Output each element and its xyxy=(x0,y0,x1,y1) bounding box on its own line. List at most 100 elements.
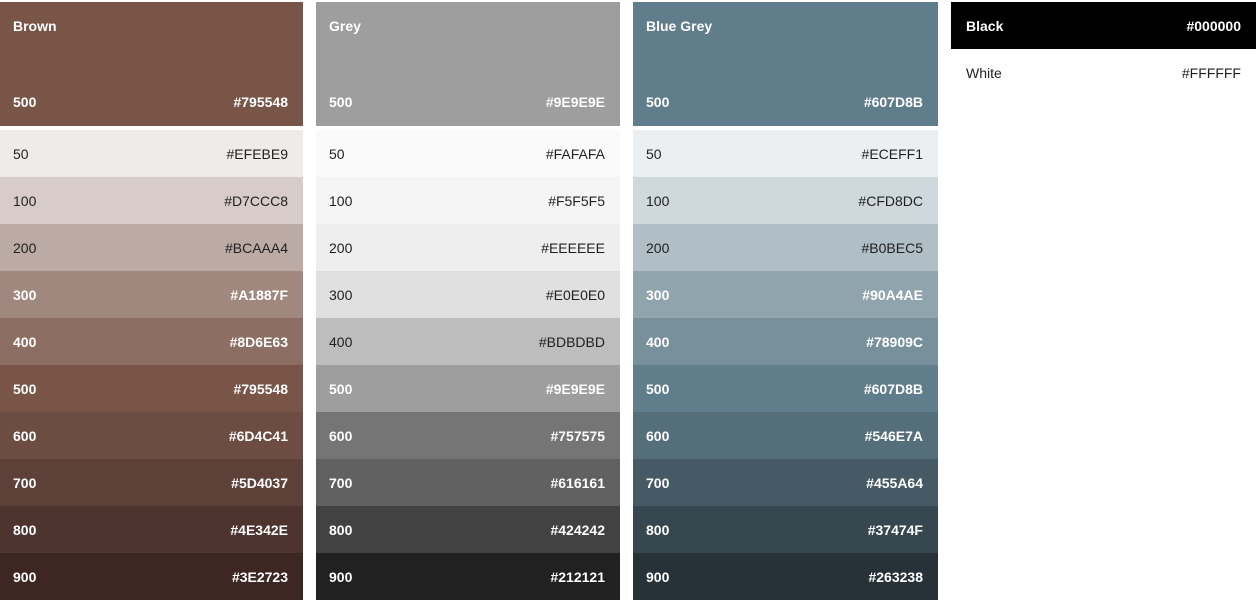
shade-label: 100 xyxy=(13,192,37,209)
shade-hex: #BCAAA4 xyxy=(224,239,288,256)
shade-label: 300 xyxy=(646,286,670,303)
shade-row-100: 100 #CFD8DC xyxy=(633,177,938,224)
primary-hex: #9E9E9E xyxy=(545,94,605,110)
shade-label: 50 xyxy=(329,145,345,162)
shade-row-800: 800 #4E342E xyxy=(0,506,303,553)
shade-label: 500 xyxy=(13,380,37,397)
primary-shade: 500 xyxy=(646,94,670,110)
palette-header: Blue Grey 500 #607D8B xyxy=(633,2,938,126)
shade-list: 50 #ECEFF1 100 #CFD8DC 200 #B0BEC5 300 #90A4AE 4… xyxy=(633,130,938,600)
shade-row-300: 300 #90A4AE xyxy=(633,271,938,318)
shade-row-300: 300 #E0E0E0 xyxy=(316,271,620,318)
shade-row-600: 600 #757575 xyxy=(316,412,620,459)
primary-shade: 500 xyxy=(329,94,353,110)
shade-row-100: 100 #F5F5F5 xyxy=(316,177,620,224)
swatch-white: White #FFFFFF xyxy=(951,49,1256,96)
palette-black-white: Black #000000 White #FFFFFF xyxy=(951,2,1256,96)
shade-row-500: 500 #607D8B xyxy=(633,365,938,412)
shade-hex: #795548 xyxy=(233,380,288,397)
shade-row-800: 800 #424242 xyxy=(316,506,620,553)
shade-list: 50 #FAFAFA 100 #F5F5F5 200 #EEEEEE 300 #E0E0E0 4… xyxy=(316,130,620,600)
shade-row-600: 600 #6D4C41 xyxy=(0,412,303,459)
palette-header: Brown 500 #795548 xyxy=(0,2,303,126)
shade-label: 50 xyxy=(13,145,29,162)
shade-label: 600 xyxy=(13,427,37,444)
swatch-name: White xyxy=(966,64,1002,81)
shade-hex: #8D6E63 xyxy=(229,333,288,350)
palette-brown: Brown 500 #795548 50 #EFEBE9 100 #D7CCC8 200… xyxy=(0,2,303,600)
shade-row-800: 800 #37474F xyxy=(633,506,938,553)
shade-hex: #263238 xyxy=(868,568,923,585)
shade-row-500: 500 #9E9E9E xyxy=(316,365,620,412)
shade-label: 200 xyxy=(646,239,670,256)
shade-label: 700 xyxy=(13,474,37,491)
shade-hex: #E0E0E0 xyxy=(545,286,605,303)
swatch-hex: #000000 xyxy=(1186,17,1241,34)
palette-grey: Grey 500 #9E9E9E 50 #FAFAFA 100 #F5F5F5 200 #… xyxy=(316,2,620,600)
shade-hex: #EFEBE9 xyxy=(226,145,288,162)
shade-row-400: 400 #BDBDBD xyxy=(316,318,620,365)
shade-label: 500 xyxy=(329,380,353,397)
shade-hex: #424242 xyxy=(550,521,605,538)
shade-hex: #4E342E xyxy=(230,521,288,538)
shade-hex: #B0BEC5 xyxy=(861,239,923,256)
swatch-black: Black #000000 xyxy=(951,2,1256,49)
shade-hex: #F5F5F5 xyxy=(548,192,605,209)
shade-row-700: 700 #455A64 xyxy=(633,459,938,506)
shade-hex: #BDBDBD xyxy=(538,333,605,350)
shade-row-200: 200 #B0BEC5 xyxy=(633,224,938,271)
primary-hex: #795548 xyxy=(233,94,288,110)
shade-hex: #607D8B xyxy=(863,380,923,397)
shade-hex: #3E2723 xyxy=(231,568,288,585)
shade-row-200: 200 #EEEEEE xyxy=(316,224,620,271)
shade-list: 50 #EFEBE9 100 #D7CCC8 200 #BCAAA4 300 #A1887F 4… xyxy=(0,130,303,600)
shade-hex: #37474F xyxy=(867,521,923,538)
shade-label: 600 xyxy=(646,427,670,444)
shade-row-900: 900 #263238 xyxy=(633,553,938,600)
shade-hex: #6D4C41 xyxy=(228,427,288,444)
shade-hex: #9E9E9E xyxy=(545,380,605,397)
shade-row-300: 300 #A1887F xyxy=(0,271,303,318)
shade-row-700: 700 #5D4037 xyxy=(0,459,303,506)
shade-label: 900 xyxy=(646,568,670,585)
shade-hex: #CFD8DC xyxy=(858,192,923,209)
shade-hex: #757575 xyxy=(550,427,605,444)
shade-row-50: 50 #FAFAFA xyxy=(316,130,620,177)
shade-label: 200 xyxy=(13,239,37,256)
shade-row-700: 700 #616161 xyxy=(316,459,620,506)
shade-label: 900 xyxy=(329,568,353,585)
shade-label: 300 xyxy=(13,286,37,303)
shade-row-900: 900 #212121 xyxy=(316,553,620,600)
shade-label: 400 xyxy=(646,333,670,350)
shade-row-400: 400 #78909C xyxy=(633,318,938,365)
shade-label: 500 xyxy=(646,380,670,397)
swatch-name: Black xyxy=(966,17,1004,34)
shade-label: 800 xyxy=(329,521,353,538)
swatch-hex: #FFFFFF xyxy=(1181,64,1241,81)
shade-label: 700 xyxy=(329,474,353,491)
shade-label: 50 xyxy=(646,145,662,162)
shade-row-200: 200 #BCAAA4 xyxy=(0,224,303,271)
shade-label: 600 xyxy=(329,427,353,444)
palette-name: Grey xyxy=(329,18,361,34)
shade-label: 900 xyxy=(13,568,37,585)
primary-shade: 500 xyxy=(13,94,37,110)
shade-hex: #FAFAFA xyxy=(545,145,605,162)
shade-hex: #616161 xyxy=(550,474,605,491)
shade-label: 700 xyxy=(646,474,670,491)
palette-name: Brown xyxy=(13,18,57,34)
shade-row-600: 600 #546E7A xyxy=(633,412,938,459)
shade-label: 800 xyxy=(13,521,37,538)
shade-row-500: 500 #795548 xyxy=(0,365,303,412)
shade-hex: #ECEFF1 xyxy=(861,145,923,162)
shade-label: 300 xyxy=(329,286,353,303)
shade-row-50: 50 #ECEFF1 xyxy=(633,130,938,177)
palette-name: Blue Grey xyxy=(646,18,713,34)
shade-hex: #212121 xyxy=(550,568,605,585)
shade-hex: #EEEEEE xyxy=(541,239,605,256)
shade-label: 400 xyxy=(13,333,37,350)
shade-hex: #A1887F xyxy=(230,286,288,303)
shade-label: 100 xyxy=(646,192,670,209)
shade-label: 200 xyxy=(329,239,353,256)
palette-header: Grey 500 #9E9E9E xyxy=(316,2,620,126)
